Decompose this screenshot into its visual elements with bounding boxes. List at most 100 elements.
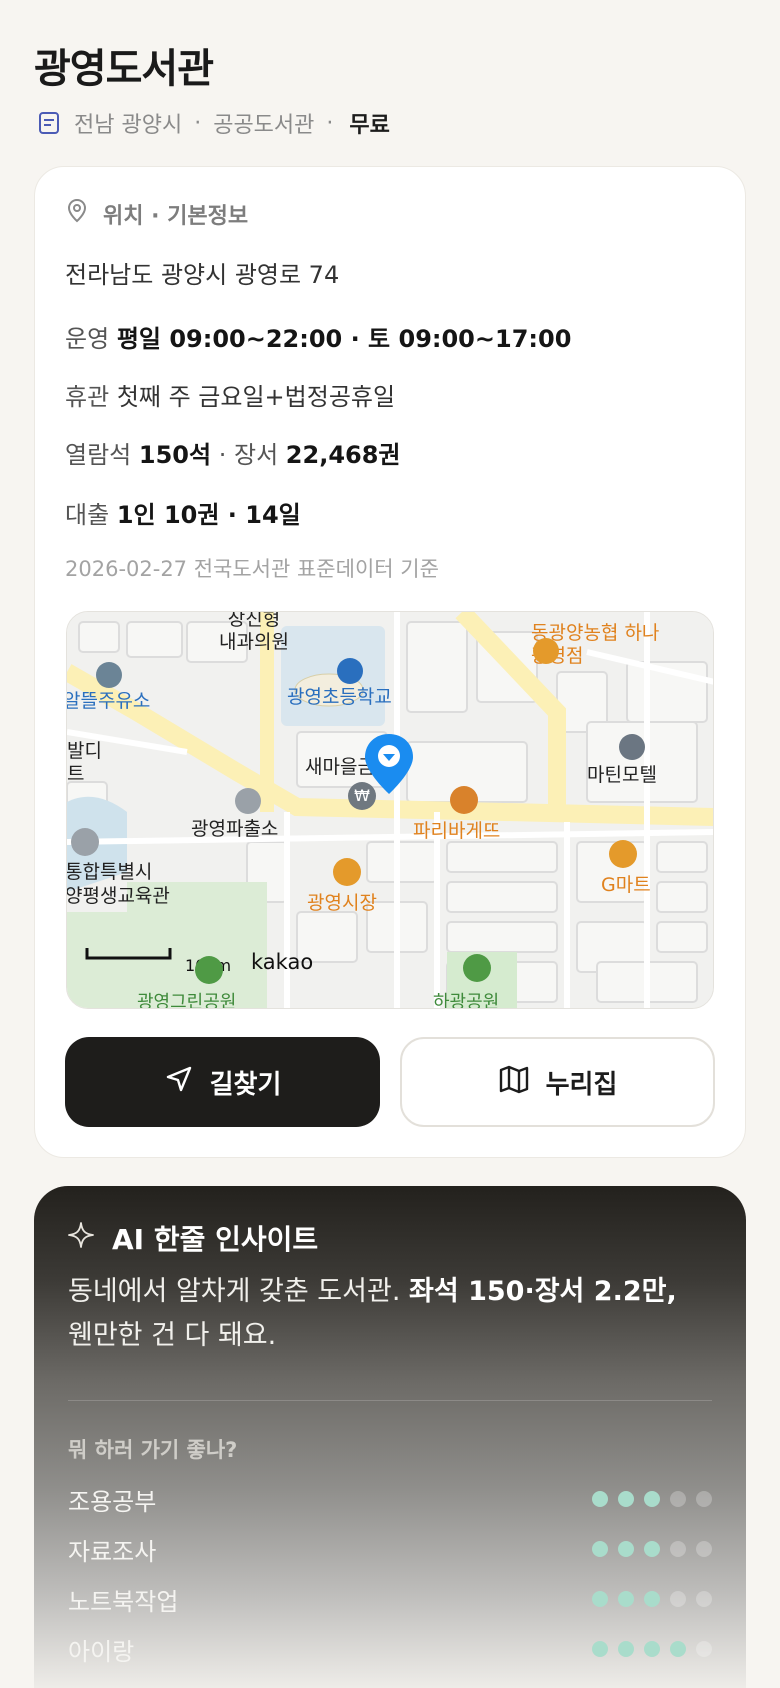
rating-label: 아이랑	[68, 1637, 135, 1666]
rating-dot-filled	[644, 1591, 660, 1607]
seats-value: 150석	[138, 441, 212, 469]
loan-line: 대출 1인 10권 · 14일	[65, 495, 301, 530]
location-map[interactable]: 장진형 내과의원 동광양농협 하나 광영점 알뜰주유소 광영초등학교 새마을금고…	[66, 611, 714, 1009]
map-label-gmart: G마트	[601, 874, 651, 896]
rating-dot-filled	[644, 1541, 660, 1557]
rating-dot-filled	[618, 1641, 634, 1657]
hours-value: 평일 09:00~22:00 · 토 09:00~17:00	[116, 325, 572, 353]
rating-dot-filled	[644, 1491, 660, 1507]
navigation-arrow-icon	[164, 1064, 194, 1101]
meta-separator: ·	[194, 110, 202, 136]
rating-label: 노트북작업	[68, 1587, 179, 1616]
rating-row: 자료조사	[68, 1532, 712, 1566]
map-label-police: 광영파출소	[191, 818, 279, 840]
map-label-park-b: 하광공원	[433, 992, 500, 1009]
library-region: 전남 광양시	[74, 113, 183, 138]
closed-line: 휴관 첫째 주 금요일+법정공휴일	[65, 377, 395, 412]
rating-dot-filled	[592, 1491, 608, 1507]
location-marker-icon[interactable]	[363, 732, 415, 798]
market-icon	[333, 858, 361, 886]
ai-insight-card: AI 한줄 인사이트 동네에서 알차게 갖춘 도서관. 좌석 150·장서 2.…	[34, 1186, 746, 1688]
seats-label: 열람석	[65, 441, 132, 469]
rating-dot-filled	[592, 1591, 608, 1607]
summary-tail: 웬만한 건 다 돼요.	[68, 1320, 277, 1351]
rating-row: 조용공부	[68, 1482, 712, 1516]
bakery-icon	[450, 786, 478, 814]
address-text: 전라남도 광양시 광영로 74	[65, 261, 340, 289]
capacity-line: 열람석 150석 · 장서 22,468권	[65, 435, 401, 470]
loan-label: 대출	[65, 501, 110, 529]
education-icon	[71, 828, 99, 856]
map-label-park-a: 광영그린공원	[137, 992, 237, 1009]
hours-line: 운영 평일 09:00~22:00 · 토 09:00~17:00	[65, 319, 571, 354]
data-source-note: 2026-02-27 전국도서관 표준데이터 기준	[65, 557, 439, 581]
books-value: 22,468권	[285, 441, 401, 469]
rating-dot-empty	[670, 1541, 686, 1557]
rating-dot-filled	[618, 1491, 634, 1507]
rating-dots	[592, 1641, 712, 1657]
closed-label: 휴관	[65, 383, 110, 411]
rating-label: 자료조사	[68, 1537, 157, 1566]
map-canvas	[67, 612, 713, 1008]
rating-dot-filled	[670, 1641, 686, 1657]
directions-button[interactable]: 길찾기	[65, 1037, 380, 1127]
motel-icon	[619, 734, 645, 760]
school-icon	[337, 658, 363, 684]
capacity-separator: ·	[218, 441, 234, 469]
rating-dot-empty	[696, 1491, 712, 1507]
map-label-motel: 마틴모텔	[587, 764, 657, 786]
ai-insight-header: AI 한줄 인사이트	[68, 1218, 318, 1258]
sparkle-icon	[68, 1221, 94, 1255]
info-card: 위치 · 기본정보 전라남도 광양시 광영로 74 운영 평일 09:00~22…	[34, 166, 746, 1158]
page-title: 광영도서관	[34, 46, 214, 92]
rating-row: 노트북작업	[68, 1582, 712, 1616]
rating-dot-empty	[696, 1641, 712, 1657]
rating-dots	[592, 1591, 712, 1607]
map-label-market: 광영시장	[307, 892, 377, 914]
summary-bold: 좌석 150·장서 2.2만,	[409, 1276, 677, 1307]
map-label-gas-station: 알뜰주유소	[66, 690, 151, 712]
divider	[68, 1400, 712, 1401]
section-title: 위치 · 기본정보	[103, 204, 249, 229]
closed-value: 첫째 주 금요일+법정공휴일	[116, 383, 396, 411]
map-label-clinic: 장진형 내과의원	[219, 611, 289, 653]
ai-question: 뭐 하러 가기 좋나?	[68, 1438, 238, 1462]
rating-dot-filled	[618, 1541, 634, 1557]
action-buttons: 길찾기 누리집	[65, 1037, 715, 1129]
location-pin-icon	[65, 198, 89, 230]
map-label-paldi: 발디 트	[67, 740, 102, 785]
park-icon	[463, 954, 491, 982]
library-type: 공공도서관	[213, 113, 315, 138]
document-icon	[36, 110, 62, 136]
directions-label: 길찾기	[209, 1069, 282, 1100]
website-button[interactable]: 누리집	[400, 1037, 715, 1127]
loan-value: 1인 10권 · 14일	[116, 501, 301, 529]
ai-insight-summary: 동네에서 알차게 갖춘 도서관. 좌석 150·장서 2.2만, 웬만한 건 다…	[68, 1270, 718, 1358]
hours-label: 운영	[65, 325, 110, 353]
police-icon	[235, 788, 261, 814]
rating-dot-filled	[592, 1641, 608, 1657]
library-fee: 무료	[349, 113, 390, 138]
rating-dot-empty	[696, 1591, 712, 1607]
rating-label: 조용공부	[68, 1487, 157, 1516]
map-label-bakery: 파리바게뜨	[413, 820, 501, 842]
map-icon	[498, 1064, 530, 1101]
rating-dots	[592, 1541, 712, 1557]
park-icon	[195, 956, 223, 984]
address-line: 전라남도 광양시 광영로 74	[65, 255, 339, 290]
shopping-basket-icon	[533, 638, 559, 664]
map-provider-logo: kakao	[251, 950, 314, 974]
books-label: 장서	[233, 441, 279, 469]
map-label-school: 광영초등학교	[287, 686, 392, 708]
meta-separator: ·	[326, 110, 334, 136]
ai-insight-title: AI 한줄 인사이트	[112, 1223, 319, 1256]
section-header-location: 위치 · 기본정보	[65, 197, 248, 231]
gas-station-icon	[96, 662, 122, 688]
rating-dot-filled	[618, 1591, 634, 1607]
library-detail-page: 광영도서관 전남 광양시 · 공공도서관 · 무료 위치 · 기본정보 전라남도…	[0, 0, 780, 1688]
library-meta: 전남 광양시 · 공공도서관 · 무료	[36, 106, 390, 140]
rating-row: 아이랑	[68, 1632, 712, 1666]
rating-dot-empty	[696, 1541, 712, 1557]
map-label-education: 통합특별시 양평생교육관	[66, 861, 170, 907]
summary-plain: 동네에서 알차게 갖춘 도서관.	[68, 1276, 409, 1307]
